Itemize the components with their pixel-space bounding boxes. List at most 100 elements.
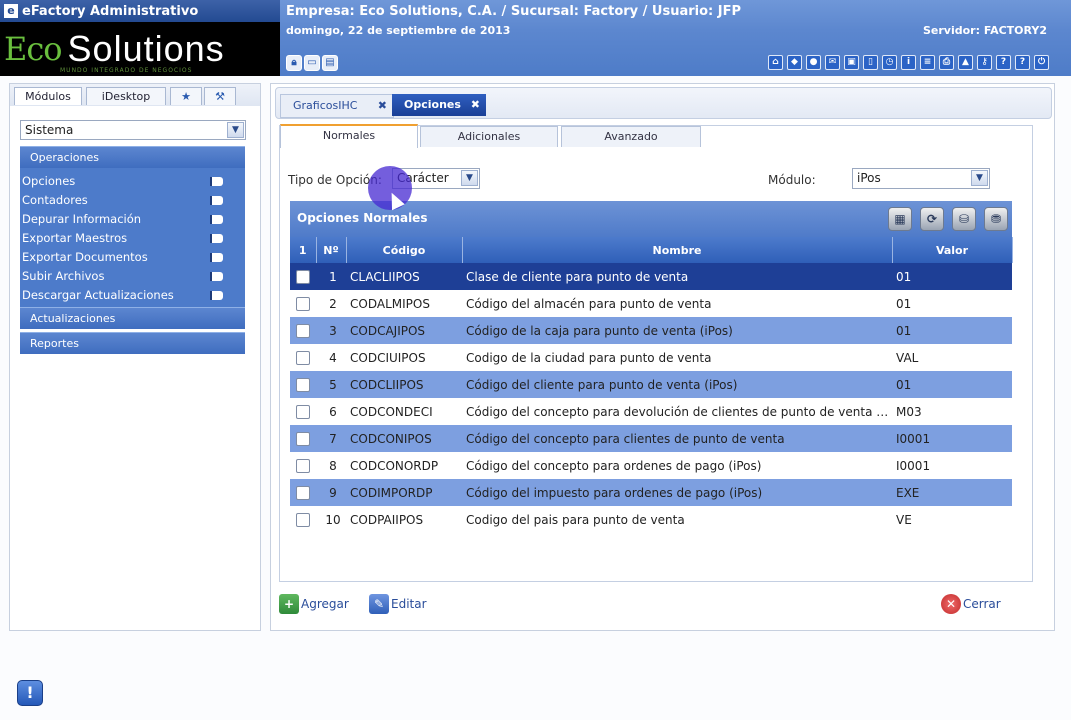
info-icon[interactable]: i: [901, 55, 916, 70]
document-icon[interactable]: ▯: [863, 55, 878, 70]
tab-favorites[interactable]: ★: [170, 87, 202, 105]
row-checkbox[interactable]: [296, 458, 310, 473]
editar-button[interactable]: ✎ Editar: [369, 594, 427, 614]
section-reportes-label: Reportes: [30, 337, 79, 350]
table-header-row: 1 Nº Código Nombre Valor: [290, 237, 1013, 263]
section-operaciones[interactable]: Operaciones: [20, 146, 245, 168]
tab-modulos[interactable]: Módulos: [14, 87, 82, 105]
lock-icon[interactable]: ▲: [958, 55, 973, 70]
list-icon[interactable]: ≡: [920, 55, 935, 70]
company-info: Empresa: Eco Solutions, C.A. / Sucursal:…: [286, 4, 742, 19]
row-checkbox[interactable]: [296, 404, 310, 419]
row-checkbox[interactable]: [296, 377, 310, 392]
table-row[interactable]: 8 CODCONORDP Código del concepto para or…: [290, 452, 1012, 479]
monitor-icon[interactable]: ▣: [844, 55, 859, 70]
refresh-icon[interactable]: ⟳: [920, 207, 944, 231]
modulo-label: Módulo:: [768, 173, 816, 187]
chevron-down-icon[interactable]: ▼: [461, 170, 478, 186]
close-icon[interactable]: ✖: [378, 95, 387, 117]
section-reportes[interactable]: Reportes: [20, 332, 245, 354]
sidebar-item-subir-archivos[interactable]: Subir Archivos: [20, 267, 245, 286]
database-export-icon[interactable]: ⛃: [984, 207, 1008, 231]
row-select-cell: [290, 290, 316, 317]
row-nombre: Clase de cliente para punto de venta: [462, 263, 892, 290]
table-row[interactable]: 10 CODPAIIPOS Codigo del pais para punto…: [290, 506, 1012, 533]
row-codigo: CODALMIPOS: [346, 290, 462, 317]
modulo-select[interactable]: iPos ▼: [852, 168, 990, 189]
home-icon[interactable]: ⌂: [768, 55, 783, 70]
sidebar-item-descargar-actualizaciones[interactable]: Descargar Actualizaciones: [20, 286, 245, 305]
table-row[interactable]: 6 CODCONDECI Código del concepto para de…: [290, 398, 1012, 425]
chart-icon[interactable]: ▤: [322, 55, 338, 71]
app-title: eFactory Administrativo: [22, 3, 199, 19]
row-valor: VAL: [892, 344, 1012, 371]
row-num: 6: [316, 398, 346, 425]
close-icon[interactable]: ✖: [471, 94, 480, 116]
row-num: 10: [316, 506, 346, 533]
tab-graficosihc[interactable]: GraficosIHC ✖: [280, 94, 394, 118]
col-codigo[interactable]: Código: [346, 237, 463, 263]
row-valor: 01: [892, 317, 1012, 344]
table-row[interactable]: 9 CODIMPORDP Código del impuesto para or…: [290, 479, 1012, 506]
sidebar-item-contadores[interactable]: Contadores: [20, 191, 245, 210]
row-nombre: Codigo de la ciudad para punto de venta: [462, 344, 892, 371]
table-row[interactable]: 4 CODCIUIPOS Codigo de la ciudad para pu…: [290, 344, 1012, 371]
table-row[interactable]: 7 CODCONIPOS Código del concepto para cl…: [290, 425, 1012, 452]
tab-idesktop[interactable]: iDesktop: [86, 87, 166, 105]
grid-layout-icon[interactable]: ▦: [888, 207, 912, 231]
subtab-normales[interactable]: Normales: [280, 124, 418, 148]
subtab-avanzado[interactable]: Avanzado: [561, 126, 701, 147]
window-icon[interactable]: ▭: [304, 55, 320, 71]
row-select-cell: [290, 452, 316, 479]
col-num[interactable]: Nº: [316, 237, 347, 263]
agregar-button[interactable]: + Agregar: [279, 594, 349, 614]
sidebar-item-exportar-maestros[interactable]: Exportar Maestros: [20, 229, 245, 248]
tab-tools[interactable]: ⚒: [204, 87, 236, 105]
print-icon[interactable]: ⎙: [939, 55, 954, 70]
sidebar-item-exportar-documentos[interactable]: Exportar Documentos: [20, 248, 245, 267]
clock-icon[interactable]: ◷: [882, 55, 897, 70]
sidebar-item-label: Contadores: [22, 193, 88, 207]
row-num: 1: [316, 263, 346, 290]
chevron-down-icon[interactable]: ▼: [227, 122, 244, 138]
row-checkbox[interactable]: [296, 512, 310, 527]
key-icon[interactable]: ⚷: [977, 55, 992, 70]
help-icon[interactable]: ?: [996, 55, 1011, 70]
section-actualizaciones[interactable]: Actualizaciones: [20, 307, 245, 329]
row-checkbox[interactable]: [296, 296, 310, 311]
cerrar-button[interactable]: ✕ Cerrar: [941, 594, 1001, 614]
question-icon[interactable]: ?: [1015, 55, 1030, 70]
col-valor[interactable]: Valor: [892, 237, 1013, 263]
alert-icon[interactable]: !: [17, 680, 43, 706]
exit-icon[interactable]: ⏻: [1034, 55, 1049, 70]
database-icon[interactable]: ⛁: [952, 207, 976, 231]
table-row[interactable]: 3 CODCAJIPOS Código de la caja para punt…: [290, 317, 1012, 344]
chat-icon[interactable]: ●: [806, 55, 821, 70]
row-checkbox[interactable]: [296, 350, 310, 365]
row-checkbox[interactable]: [296, 431, 310, 446]
row-checkbox[interactable]: [296, 269, 310, 284]
table-row[interactable]: 2 CODALMIPOS Código del almacén para pun…: [290, 290, 1012, 317]
table-row[interactable]: 5 CODCLIIPOS Código del cliente para pun…: [290, 371, 1012, 398]
module-select[interactable]: Sistema ▼: [20, 120, 246, 140]
row-num: 2: [316, 290, 346, 317]
chevron-down-icon[interactable]: ▼: [971, 170, 988, 186]
edit-icon: ✎: [369, 594, 389, 614]
action-bar: + Agregar ✎ Editar ✕ Cerrar: [271, 584, 1054, 624]
row-num: 5: [316, 371, 346, 398]
table-row[interactable]: 1 CLACLIIPOS Clase de cliente para punto…: [290, 263, 1012, 290]
sidebar-item-depurar[interactable]: Depurar Información: [20, 210, 245, 229]
col-nombre[interactable]: Nombre: [462, 237, 893, 263]
shield-icon[interactable]: ◆: [787, 55, 802, 70]
row-checkbox[interactable]: [296, 323, 310, 338]
tab-opciones[interactable]: Opciones ✖: [392, 94, 486, 116]
section-actualizaciones-label: Actualizaciones: [30, 312, 116, 325]
row-checkbox[interactable]: [296, 485, 310, 500]
sidebar-item-opciones[interactable]: Opciones: [20, 172, 245, 191]
col-check[interactable]: 1: [290, 237, 317, 263]
subtab-adicionales[interactable]: Adicionales: [420, 126, 558, 147]
lock-icon[interactable]: 🔒︎: [286, 55, 302, 71]
logo-solutions-text: Solutions: [67, 28, 225, 69]
mail-icon[interactable]: ✉: [825, 55, 840, 70]
row-nombre: Código del cliente para punto de venta (…: [462, 371, 892, 398]
